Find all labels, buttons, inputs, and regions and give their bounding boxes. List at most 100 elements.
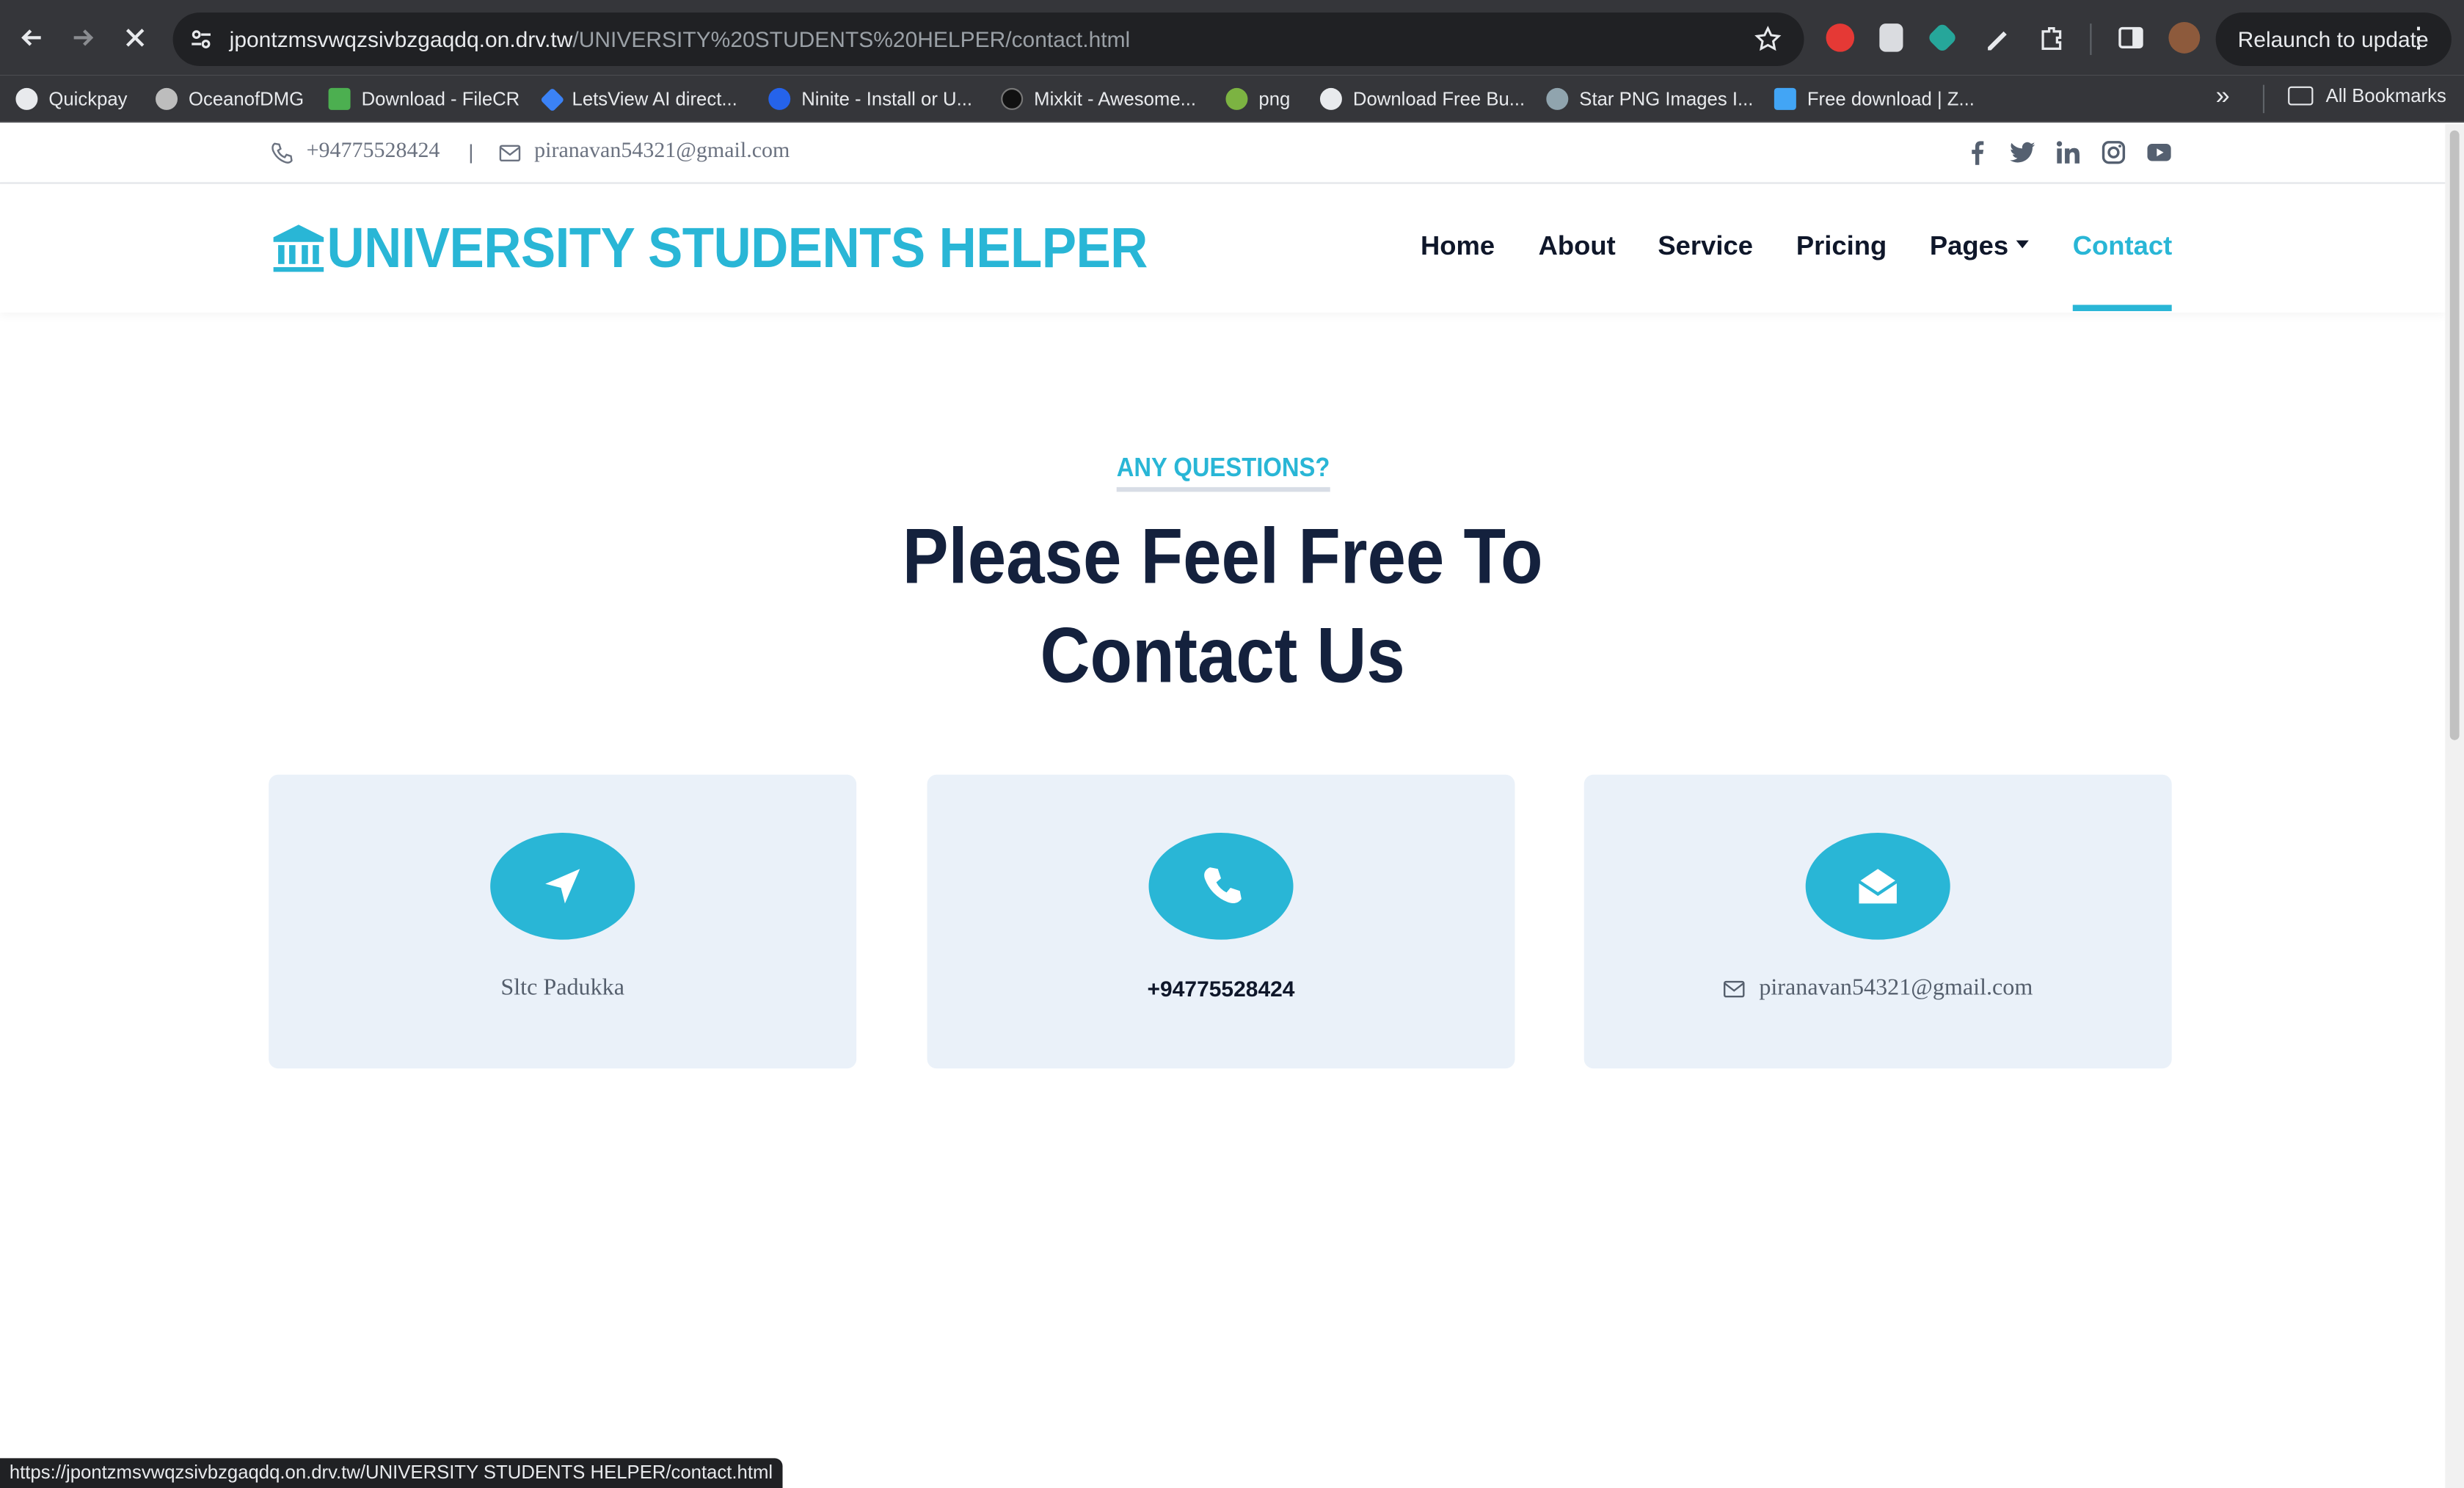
envelope-open-icon bbox=[1805, 833, 1950, 940]
bookmark-label: Download Free Bu... bbox=[1352, 87, 1526, 110]
bookmark-favicon-icon bbox=[1319, 87, 1342, 110]
bookmark-item[interactable]: Quickpay bbox=[15, 85, 128, 114]
profile-avatar[interactable] bbox=[2168, 21, 2201, 54]
nav-pages-dropdown[interactable]: Pages bbox=[1929, 230, 2030, 263]
topbar-email[interactable]: piranavan54321@gmail.com bbox=[498, 140, 790, 165]
bookmark-favicon-icon bbox=[768, 87, 791, 110]
caret-down-icon bbox=[2016, 240, 2030, 249]
bookmark-label: Mixkit - Awesome... bbox=[1034, 87, 1197, 110]
social-links bbox=[1964, 140, 2172, 165]
email-card: piranavan54321@gmail.com bbox=[1583, 774, 2172, 1069]
toolbar-divider bbox=[2090, 23, 2092, 55]
headline-line-1: Please Feel Free To bbox=[902, 512, 1543, 601]
nav-contact[interactable]: Contact bbox=[2073, 231, 2173, 263]
bookmark-item[interactable]: Free download | Z... bbox=[1774, 85, 1975, 114]
bookmark-label: Star PNG Images I... bbox=[1579, 87, 1754, 110]
university-building-icon bbox=[273, 225, 324, 272]
bookmark-item[interactable]: OceanofDMG bbox=[156, 85, 304, 114]
active-nav-indicator bbox=[2072, 304, 2172, 312]
bookmark-label: LetsView AI direct... bbox=[572, 87, 737, 110]
relaunch-label: Relaunch to update bbox=[2237, 26, 2429, 52]
twitter-icon[interactable] bbox=[2010, 140, 2035, 165]
nav-about[interactable]: About bbox=[1539, 231, 1616, 263]
bookmark-favicon-icon bbox=[156, 87, 178, 110]
bookmark-label: Quickpay bbox=[48, 87, 128, 110]
bookmark-label: Free download | Z... bbox=[1807, 87, 1975, 110]
instagram-icon[interactable] bbox=[2101, 140, 2126, 165]
scrollbar-thumb[interactable] bbox=[2449, 130, 2460, 740]
main-navbar: UNIVERSITY STUDENTS HELPER Home About Se… bbox=[0, 184, 2445, 313]
bookmark-item[interactable]: Download - FileCR bbox=[328, 85, 520, 114]
forward-icon[interactable] bbox=[65, 19, 102, 56]
bookmark-favicon-icon bbox=[1225, 87, 1248, 110]
address-card: Sltc Padukka bbox=[269, 774, 857, 1069]
bookmarks-bar: Quickpay OceanofDMG Download - FileCR Le… bbox=[0, 75, 2464, 123]
bookmark-label: OceanofDMG bbox=[188, 87, 305, 110]
phone-icon bbox=[1148, 833, 1294, 940]
bookmark-favicon-icon bbox=[1001, 87, 1024, 110]
linkedin-icon[interactable] bbox=[2055, 140, 2080, 165]
location-arrow-icon bbox=[490, 833, 635, 940]
bookmark-item[interactable]: LetsView AI direct... bbox=[540, 85, 737, 114]
url-host: jpontzmsvwqzsivbzgaqdq.on.drv.tw bbox=[229, 26, 573, 52]
relaunch-button[interactable]: Relaunch to update ⋮ bbox=[2215, 12, 2452, 66]
nav-service[interactable]: Service bbox=[1658, 231, 1753, 263]
bookmark-item[interactable]: Ninite - Install or U... bbox=[768, 85, 972, 114]
contact-topbar: +94775528424 | piranavan54321@gmail.com bbox=[0, 124, 2446, 184]
url-text: jpontzmsvwqzsivbzgaqdq.on.drv.tw/UNIVERS… bbox=[230, 26, 1131, 51]
youtube-icon[interactable] bbox=[2146, 140, 2171, 165]
url-path: /UNIVERSITY%20STUDENTS%20HELPER/contact.… bbox=[572, 26, 1131, 52]
bookmark-favicon-icon bbox=[1546, 87, 1569, 110]
site-logo[interactable]: UNIVERSITY STUDENTS HELPER bbox=[270, 215, 1219, 281]
bookmark-favicon-icon bbox=[540, 87, 565, 112]
web-page: +94775528424 | piranavan54321@gmail.com bbox=[0, 124, 2446, 1488]
pen-extension-icon[interactable] bbox=[1983, 23, 2012, 52]
bookmark-label: Ninite - Install or U... bbox=[801, 87, 973, 110]
email-text: piranavan54321@gmail.com bbox=[1759, 975, 2033, 1002]
bookmark-favicon-icon bbox=[328, 87, 351, 110]
envelope-outline-icon bbox=[1724, 980, 1746, 998]
stop-loading-icon[interactable] bbox=[116, 19, 153, 56]
bookmark-favicon-icon bbox=[1774, 87, 1796, 110]
menu-dots-icon[interactable]: ⋮ bbox=[2405, 22, 2433, 55]
logo-text: UNIVERSITY STUDENTS HELPER bbox=[327, 215, 1148, 280]
bookmark-item[interactable]: Mixkit - Awesome... bbox=[1001, 85, 1196, 114]
extensions-puzzle-icon[interactable] bbox=[2038, 23, 2067, 52]
nav-pages-label: Pages bbox=[1929, 230, 2009, 261]
side-panel-icon[interactable] bbox=[2117, 23, 2146, 52]
email-link[interactable]: piranavan54321@gmail.com bbox=[1584, 976, 2172, 1002]
bookmark-label: Download - FileCR bbox=[361, 87, 520, 110]
topbar-phone-text: +94775528424 bbox=[306, 139, 440, 164]
rocket-extension-icon[interactable] bbox=[1926, 22, 1958, 54]
bookmark-label: png bbox=[1258, 87, 1291, 110]
bookmarks-divider bbox=[2262, 84, 2265, 114]
page-scrollbar[interactable] bbox=[2445, 124, 2464, 1488]
document-extension-icon[interactable] bbox=[1879, 23, 1903, 52]
all-bookmarks-button[interactable]: All Bookmarks bbox=[2288, 85, 2446, 107]
adblock-extension-icon[interactable] bbox=[1826, 23, 1855, 52]
phone-text[interactable]: +94775528424 bbox=[927, 976, 1515, 1001]
site-info-icon[interactable] bbox=[189, 26, 214, 51]
address-bar[interactable]: jpontzmsvwqzsivbzgaqdq.on.drv.tw/UNIVERS… bbox=[172, 12, 1804, 66]
eyebrow-text: ANY QUESTIONS? bbox=[1115, 453, 1330, 492]
bookmark-favicon-icon bbox=[15, 87, 38, 110]
section-eyebrow: ANY QUESTIONS? bbox=[0, 453, 2445, 492]
folder-icon bbox=[2288, 86, 2314, 106]
bookmark-item[interactable]: Star PNG Images I... bbox=[1546, 85, 1753, 114]
back-icon[interactable] bbox=[12, 19, 50, 56]
topbar-phone[interactable]: +94775528424 bbox=[270, 140, 440, 165]
topbar-email-text: piranavan54321@gmail.com bbox=[534, 139, 790, 164]
nav-home[interactable]: Home bbox=[1421, 231, 1495, 263]
headline-line-2: Contact Us bbox=[1040, 611, 1405, 700]
status-bar-url: https://jpontzmsvwqzsivbzgaqdq.on.drv.tw… bbox=[0, 1458, 782, 1488]
bookmark-item[interactable]: png bbox=[1225, 85, 1290, 114]
page-title: Please Feel Free To Contact Us bbox=[0, 508, 2445, 706]
phone-card: +94775528424 bbox=[927, 774, 1515, 1069]
nav-pricing[interactable]: Pricing bbox=[1796, 231, 1887, 263]
facebook-icon[interactable] bbox=[1964, 140, 1989, 165]
phone-outline-icon bbox=[271, 142, 293, 163]
browser-toolbar: jpontzmsvwqzsivbzgaqdq.on.drv.tw/UNIVERS… bbox=[0, 0, 2464, 76]
bookmark-item[interactable]: Download Free Bu... bbox=[1319, 85, 1526, 114]
more-bookmarks-icon[interactable]: » bbox=[2216, 84, 2230, 112]
bookmark-star-icon[interactable] bbox=[1754, 25, 1782, 54]
